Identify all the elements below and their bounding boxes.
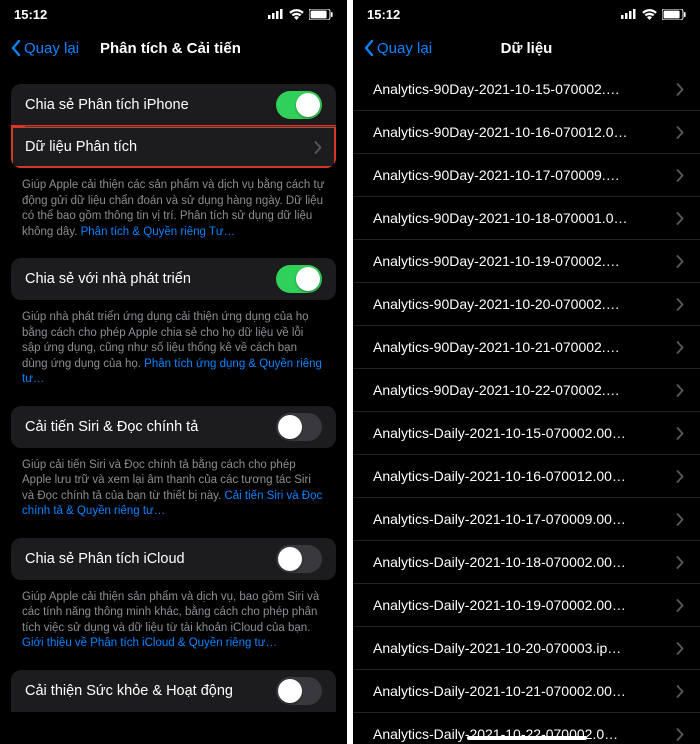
status-time: 15:12 bbox=[367, 7, 400, 22]
home-indicator[interactable] bbox=[467, 736, 587, 740]
footer-siri: Giúp cải tiến Siri và Đọc chính tả bằng … bbox=[0, 454, 347, 528]
link-analytics-privacy[interactable]: Phân tích & Quyền riêng Tư… bbox=[81, 226, 236, 238]
file-name: Analytics-Daily-2021-10-18-070002.00… bbox=[373, 554, 668, 570]
chevron-right-icon bbox=[676, 685, 684, 698]
analytics-file-row[interactable]: Analytics-Daily-2021-10-20-070003.ip… bbox=[353, 627, 700, 670]
back-button[interactable]: Quay lại bbox=[10, 39, 79, 57]
file-name: Analytics-Daily-2021-10-20-070003.ip… bbox=[373, 640, 668, 656]
analytics-file-row[interactable]: Analytics-90Day-2021-10-18-070001.0… bbox=[353, 197, 700, 240]
file-name: Analytics-90Day-2021-10-21-070002.… bbox=[373, 339, 668, 355]
analytics-file-list[interactable]: Analytics-90Day-2021-10-15-070002.… Analy… bbox=[353, 68, 700, 744]
group-siri: Cải tiến Siri & Đọc chính tả bbox=[11, 406, 336, 448]
row-label: Cải tiến Siri & Đọc chính tả bbox=[25, 419, 276, 435]
file-name: Analytics-90Day-2021-10-22-070002.… bbox=[373, 382, 668, 398]
analytics-file-row[interactable]: Analytics-90Day-2021-10-17-070009.… bbox=[353, 154, 700, 197]
status-bar: 15:12 bbox=[0, 0, 347, 28]
row-icloud[interactable]: Chia sẻ Phân tích iCloud bbox=[11, 538, 336, 580]
row-label: Chia sẻ Phân tích iCloud bbox=[25, 551, 276, 567]
file-name: Analytics-90Day-2021-10-17-070009.… bbox=[373, 167, 668, 183]
footer-dev: Giúp nhà phát triển ứng dụng cải thiện ứ… bbox=[0, 306, 347, 396]
chevron-right-icon bbox=[314, 141, 322, 154]
row-health[interactable]: Cải thiện Sức khỏe & Hoạt động bbox=[11, 670, 336, 712]
phone-settings-analytics: 15:12 Quay lại Phân tích & Cải bbox=[0, 0, 347, 744]
toggle-siri[interactable] bbox=[276, 413, 322, 441]
file-name: Analytics-90Day-2021-10-18-070001.0… bbox=[373, 210, 668, 226]
analytics-file-row[interactable]: Analytics-90Day-2021-10-22-070002.… bbox=[353, 369, 700, 412]
back-label: Quay lại bbox=[24, 40, 79, 57]
chevron-right-icon bbox=[676, 212, 684, 225]
settings-content: Chia sẻ Phân tích iPhone Dữ liệu Phân tí… bbox=[0, 68, 347, 712]
chevron-right-icon bbox=[676, 341, 684, 354]
analytics-file-row[interactable]: Analytics-Daily-2021-10-15-070002.00… bbox=[353, 412, 700, 455]
toggle-icloud[interactable] bbox=[276, 545, 322, 573]
analytics-file-row[interactable]: Analytics-Daily-2021-10-19-070002.00… bbox=[353, 584, 700, 627]
analytics-file-row[interactable]: Analytics-Daily-2021-10-18-070002.00… bbox=[353, 541, 700, 584]
chevron-right-icon bbox=[676, 126, 684, 139]
file-name: Analytics-Daily-2021-10-17-070009.00… bbox=[373, 511, 668, 527]
group-analytics: Chia sẻ Phân tích iPhone Dữ liệu Phân tí… bbox=[11, 84, 336, 168]
chevron-left-icon bbox=[363, 39, 375, 57]
footer-icloud: Giúp Apple cải thiện sản phẩm và dịch vụ… bbox=[0, 586, 347, 660]
chevron-right-icon bbox=[676, 169, 684, 182]
wifi-icon bbox=[289, 9, 304, 20]
back-button[interactable]: Quay lại bbox=[363, 39, 432, 57]
file-name: Analytics-Daily-2021-10-15-070002.00… bbox=[373, 425, 668, 441]
link-icloud-privacy[interactable]: Giới thiệu về Phân tích iCloud & Quyền r… bbox=[22, 637, 277, 649]
back-label: Quay lại bbox=[377, 40, 432, 57]
file-name: Analytics-Daily-2021-10-21-070002.00… bbox=[373, 683, 668, 699]
nav-bar: Quay lại Phân tích & Cải tiến bbox=[0, 28, 347, 68]
footer-text: Giúp Apple cải thiện sản phẩm và dịch vụ… bbox=[22, 591, 319, 634]
chevron-right-icon bbox=[676, 642, 684, 655]
analytics-file-row[interactable]: Analytics-90Day-2021-10-20-070002.… bbox=[353, 283, 700, 326]
battery-icon bbox=[309, 9, 333, 20]
chevron-right-icon bbox=[676, 83, 684, 96]
file-name: Analytics-Daily-2021-10-19-070002.00… bbox=[373, 597, 668, 613]
file-name: Analytics-90Day-2021-10-19-070002.… bbox=[373, 253, 668, 269]
row-siri[interactable]: Cải tiến Siri & Đọc chính tả bbox=[11, 406, 336, 448]
analytics-file-row[interactable]: Analytics-Daily-2021-10-21-070002.00… bbox=[353, 670, 700, 713]
toggle-share-analytics[interactable] bbox=[276, 91, 322, 119]
file-name: Analytics-90Day-2021-10-16-070012.0… bbox=[373, 124, 668, 140]
row-label: Chia sẻ Phân tích iPhone bbox=[25, 97, 276, 113]
status-bar: 15:12 bbox=[353, 0, 700, 28]
file-name: Analytics-Daily-2021-10-16-070012.00… bbox=[373, 468, 668, 484]
analytics-file-row[interactable]: Analytics-Daily-2021-10-16-070012.00… bbox=[353, 455, 700, 498]
analytics-file-row[interactable]: Analytics-Daily-2021-10-17-070009.00… bbox=[353, 498, 700, 541]
chevron-left-icon bbox=[10, 39, 22, 57]
toggle-health[interactable] bbox=[276, 677, 322, 705]
analytics-file-row[interactable]: Analytics-90Day-2021-10-16-070012.0… bbox=[353, 111, 700, 154]
signal-icon bbox=[268, 9, 284, 19]
analytics-file-row[interactable]: Analytics-90Day-2021-10-21-070002.… bbox=[353, 326, 700, 369]
signal-icon bbox=[621, 9, 637, 19]
footer-analytics: Giúp Apple cải thiện các sản phẩm và dịc… bbox=[0, 174, 347, 248]
group-dev: Chia sẻ với nhà phát triển bbox=[11, 258, 336, 300]
chevron-right-icon bbox=[676, 599, 684, 612]
file-name: Analytics-90Day-2021-10-20-070002.… bbox=[373, 296, 668, 312]
row-label: Dữ liệu Phân tích bbox=[25, 139, 306, 155]
toggle-share-dev[interactable] bbox=[276, 265, 322, 293]
chevron-right-icon bbox=[676, 298, 684, 311]
nav-bar: Quay lại Dữ liệu bbox=[353, 28, 700, 68]
chevron-right-icon bbox=[676, 470, 684, 483]
chevron-right-icon bbox=[676, 556, 684, 569]
group-icloud: Chia sẻ Phân tích iCloud bbox=[11, 538, 336, 580]
chevron-right-icon bbox=[676, 384, 684, 397]
chevron-right-icon bbox=[676, 255, 684, 268]
chevron-right-icon bbox=[676, 513, 684, 526]
chevron-right-icon bbox=[676, 427, 684, 440]
wifi-icon bbox=[642, 9, 657, 20]
group-health: Cải thiện Sức khỏe & Hoạt động bbox=[11, 670, 336, 712]
row-analytics-data[interactable]: Dữ liệu Phân tích bbox=[11, 126, 336, 168]
chevron-right-icon bbox=[676, 728, 684, 741]
row-share-dev[interactable]: Chia sẻ với nhà phát triển bbox=[11, 258, 336, 300]
battery-icon bbox=[662, 9, 686, 20]
file-name: Analytics-90Day-2021-10-15-070002.… bbox=[373, 81, 668, 97]
row-label: Cải thiện Sức khỏe & Hoạt động bbox=[25, 683, 276, 699]
status-time: 15:12 bbox=[14, 7, 47, 22]
phone-analytics-data-list: 15:12 Quay lại Dữ liệu bbox=[353, 0, 700, 744]
row-share-analytics[interactable]: Chia sẻ Phân tích iPhone bbox=[11, 84, 336, 126]
analytics-file-row[interactable]: Analytics-90Day-2021-10-15-070002.… bbox=[353, 68, 700, 111]
analytics-file-row[interactable]: Analytics-90Day-2021-10-19-070002.… bbox=[353, 240, 700, 283]
row-label: Chia sẻ với nhà phát triển bbox=[25, 271, 276, 287]
